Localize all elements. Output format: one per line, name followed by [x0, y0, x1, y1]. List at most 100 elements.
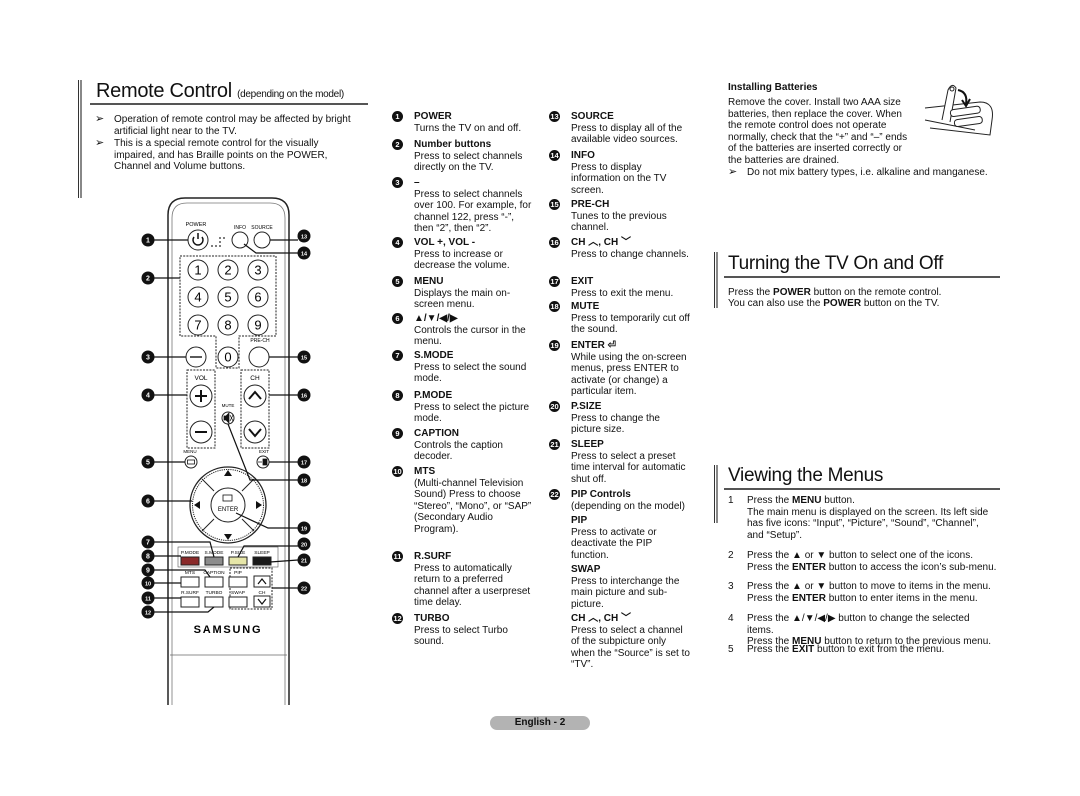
enter-button: [210, 487, 246, 523]
button-desc: Press to automatically return to a prefe…: [414, 562, 531, 609]
section-rule: [90, 103, 368, 105]
button-name: ▲/▼/◀/▶: [414, 313, 458, 324]
sub-control-desc: Press to interchange the main picture an…: [571, 575, 680, 610]
step-text: Press the ▲ or ▼ button to move to items…: [747, 581, 991, 604]
ch-up-button: [243, 384, 267, 408]
button-description-item: 6 ▲/▼/◀/▶ Controls the cursor in the menu.: [392, 313, 534, 348]
section-rule: [724, 276, 1000, 278]
callout-number: 22: [301, 587, 307, 593]
sleep-button: [252, 556, 272, 566]
button-description-item: 14 INFO Press to display information on th…: [549, 150, 691, 196]
remote-section-title: Remote Control (depending on the model): [96, 80, 344, 103]
sub-control-name: PIP: [571, 515, 588, 526]
source-label: SOURCE: [251, 225, 273, 231]
button-desc: Press to select a preset time interval f…: [571, 450, 686, 485]
button-desc: Press to change the picture size.: [571, 412, 660, 436]
exit-label: EXIT: [259, 449, 269, 454]
button-name: MENU: [414, 276, 444, 287]
button-description-item: 9 CAPTION Controls the caption decoder.: [392, 428, 534, 463]
arrow-bullet-icon: ➢: [95, 137, 105, 149]
callout-number: 10: [145, 582, 151, 588]
number-badge-icon: 20: [549, 401, 560, 412]
step-number: 3: [728, 581, 734, 592]
button-description-item: 21 SLEEP Press to select a preset time int…: [549, 439, 691, 485]
button-name: VOL +, VOL -: [414, 237, 476, 248]
turbo-label: TURBO: [206, 590, 223, 596]
button-desc: Controls the caption decoder.: [414, 439, 503, 463]
button-desc: Turns the TV on and off.: [414, 122, 522, 134]
button-desc: Press to change channels.: [571, 248, 689, 260]
callout-number: 21: [301, 559, 307, 565]
batteries-text: Remove the cover. Install two AAA size b…: [728, 97, 908, 166]
menu-button: [184, 455, 198, 469]
step-number: 5: [728, 644, 734, 655]
button-description-item: 19 ENTER ⏎ While using the on-screen menus…: [549, 340, 691, 398]
callout-number: 13: [301, 235, 307, 241]
remote-note-2: ➢ This is a special remote control for t…: [95, 137, 328, 172]
button-desc: Press to increase or decrease the volume…: [414, 248, 510, 272]
vol-label: VOL: [194, 375, 207, 382]
pip-ch-up-button: [253, 575, 271, 588]
button-desc: Press to select Turbo sound.: [414, 624, 508, 648]
step-text: Press the MENU button. The main menu is d…: [747, 495, 989, 541]
pip-ch-down-button: [253, 595, 271, 608]
psize-label: P.SIZE: [231, 550, 246, 556]
number-badge-icon: 10: [392, 466, 403, 477]
digit-label: 7: [194, 318, 201, 333]
prech-button: [248, 346, 270, 368]
callout-number: 2: [146, 276, 150, 283]
number-badge-icon: 18: [549, 301, 560, 312]
number-badge-icon: 17: [549, 276, 560, 287]
button-description-item: 20 P.SIZE Press to change the picture size…: [549, 401, 691, 436]
power-label: POWER: [186, 222, 207, 228]
number-badge-icon: 9: [392, 428, 403, 439]
button-desc: (depending on the model): [571, 500, 685, 512]
callout-number: 6: [146, 499, 150, 506]
enter-label: ENTER: [218, 507, 239, 513]
digit-label: 5: [224, 290, 231, 305]
step-text: Press the ▲ or ▼ button to select one of…: [747, 550, 997, 573]
digit-label: 9: [254, 318, 261, 333]
sub-control-desc: Press to activate or deactivate the PIP …: [571, 526, 657, 561]
section-bar: [714, 252, 718, 308]
button-name: SLEEP: [571, 439, 604, 450]
rsurf-label: R.SURF: [181, 590, 199, 596]
callout-number: 7: [146, 540, 150, 547]
arrow-bullet-icon: ➢: [728, 166, 738, 178]
button-description-item: 15 PRE-CH Tunes to the previous channel.: [549, 199, 691, 234]
digit-label: 1: [194, 263, 201, 278]
step-text: Press the EXIT button to exit from the m…: [747, 644, 945, 655]
digit-label: 8: [224, 318, 231, 333]
ch-label: CH: [250, 375, 260, 382]
callout-number: 5: [146, 460, 150, 467]
sub-control-name: CH ︿, CH ﹀: [571, 613, 631, 624]
digit-label: 6: [254, 290, 261, 305]
arrow-bullet-icon: ➢: [95, 113, 105, 125]
button-desc: Press to select the picture mode.: [414, 401, 530, 425]
button-description-item: 7 S.MODE Press to select the sound mode.: [392, 350, 534, 385]
number-badge-icon: 2: [392, 139, 403, 150]
number-badge-icon: 13: [549, 111, 560, 122]
rsurf-button: [180, 596, 200, 608]
callout-number: 18: [301, 479, 307, 485]
button-description-item: 8 P.MODE Press to select the picture mode.: [392, 390, 534, 425]
button-name: EXIT: [571, 276, 594, 287]
menu-step: 5 Press the EXIT button to exit from the …: [728, 644, 998, 656]
button-desc: Controls the cursor in the menu.: [414, 324, 526, 348]
button-description-item: 13 SOURCE Press to display all of the avai…: [549, 111, 691, 146]
button-name: P.MODE: [414, 390, 453, 401]
ch-down-button: [243, 420, 267, 444]
callout-number: 20: [301, 543, 307, 549]
turning-on-line1: Press the POWER button on the remote con…: [728, 287, 942, 298]
battery-illustration: [924, 84, 993, 136]
menu-step: 3 Press the ▲ or ▼ button to move to item…: [728, 581, 998, 604]
insert-arrow-icon: [957, 89, 971, 108]
callout-number: 16: [301, 394, 307, 400]
number-badge-icon: 19: [549, 340, 560, 351]
number-badge-icon: 1: [392, 111, 403, 122]
remote-illustration: POWER INFO SOURCE 1 2 34 5 67 8 90 PRE-CH VOL …: [141, 197, 311, 705]
button-description-item: 5 MENU Displays the main on-screen menu.: [392, 276, 534, 311]
mts-label: MTS: [185, 570, 195, 576]
number-badge-icon: 15: [549, 199, 560, 210]
button-name: CH ︿, CH ﹀: [571, 237, 631, 248]
